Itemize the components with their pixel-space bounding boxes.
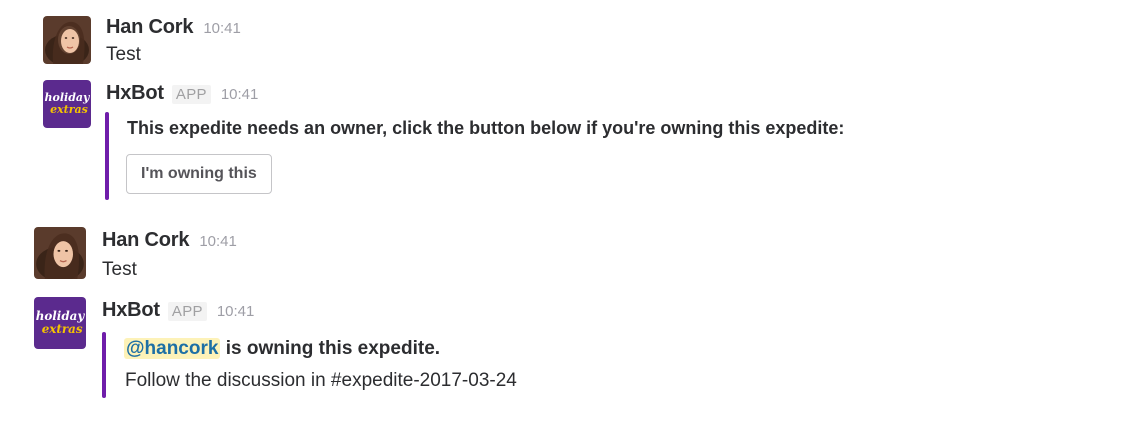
attachment-bar [105,112,109,200]
logo-line-2: extras [50,103,88,116]
bot-avatar[interactable]: holiday extras [34,297,86,349]
user-mention[interactable]: @hancork [124,338,221,359]
timestamp[interactable]: 10:41 [217,303,255,320]
timestamp[interactable]: 10:41 [203,20,241,37]
message-header: Han Cork 10:41 [102,229,237,252]
timestamp[interactable]: 10:41 [199,233,237,250]
app-badge: APP [171,85,211,104]
discussion-line: Follow the discussion in #expedite-2017-… [125,370,517,391]
user-avatar-photo-icon [43,16,91,64]
avatar[interactable] [43,16,91,64]
bot-avatar[interactable]: holiday extras [43,80,91,128]
logo-line-1: holiday [36,309,86,323]
holiday-extras-logo-icon: holiday extras [43,80,91,128]
logo-line-2: extras [42,322,83,336]
im-owning-this-button[interactable]: I'm owning this [126,154,272,194]
author-name[interactable]: Han Cork [102,229,190,252]
message-header: HxBot APP 10:41 [102,299,254,322]
timestamp[interactable]: 10:41 [221,86,259,103]
message-header: Han Cork 10:41 [106,16,241,39]
message-text: Test [106,44,141,65]
attachment-text: This expedite needs an owner, click the … [127,118,845,138]
user-avatar-photo-icon [34,227,86,279]
author-name[interactable]: HxBot [102,299,160,322]
message-text: Test [102,259,137,280]
author-name[interactable]: HxBot [106,82,164,105]
author-name[interactable]: Han Cork [106,16,194,39]
app-badge: APP [167,302,207,321]
avatar[interactable] [34,227,86,279]
owning-text: is owning this expedite. [220,338,441,359]
attachment-bar [102,332,106,398]
owner-line: @hancork is owning this expedite. [124,338,440,360]
holiday-extras-logo-icon: holiday extras [34,297,86,349]
message-header: HxBot APP 10:41 [106,82,258,105]
